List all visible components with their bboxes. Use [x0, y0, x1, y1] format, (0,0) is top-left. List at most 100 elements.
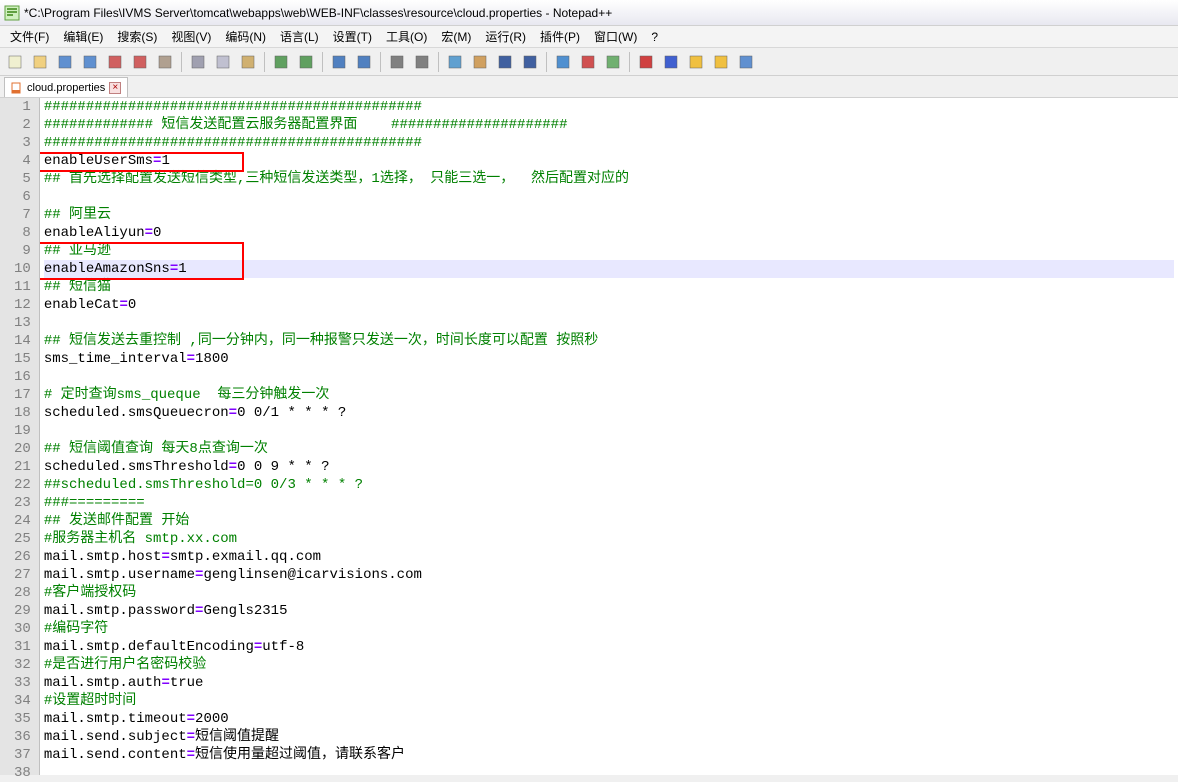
find-icon[interactable]	[328, 51, 350, 73]
cut-icon[interactable]	[187, 51, 209, 73]
code-area[interactable]: ########################################…	[40, 98, 1178, 775]
editor[interactable]: 1234567891011121314151617181920212223242…	[0, 98, 1178, 775]
sync-icon[interactable]	[444, 51, 466, 73]
code-line[interactable]: scheduled.smsThreshold=0 0 9 * * ?	[44, 458, 1174, 476]
code-line[interactable]: ##scheduled.smsThreshold=0 0/3 * * * ?	[44, 476, 1174, 494]
code-line[interactable]: ## 亚马逊	[44, 242, 1174, 260]
code-line[interactable]: ############# 短信发送配置云服务器配置界面 ###########…	[44, 116, 1174, 134]
code-line[interactable]: ## 阿里云	[44, 206, 1174, 224]
replace-icon[interactable]	[353, 51, 375, 73]
menu-9[interactable]: 运行(R)	[479, 26, 532, 47]
line-number: 17	[14, 386, 31, 404]
open-icon[interactable]	[29, 51, 51, 73]
code-line[interactable]	[44, 314, 1174, 332]
code-line[interactable]: mail.smtp.defaultEncoding=utf-8	[44, 638, 1174, 656]
code-line[interactable]: #客户端授权码	[44, 584, 1174, 602]
allchars-icon[interactable]	[494, 51, 516, 73]
file-tab-label: cloud.properties	[27, 82, 105, 94]
menu-12[interactable]: ?	[645, 28, 664, 46]
playmulti-icon[interactable]	[710, 51, 732, 73]
code-line[interactable]: mail.smtp.username=genglinsen@icarvision…	[44, 566, 1174, 584]
redo-icon[interactable]	[295, 51, 317, 73]
code-line[interactable]: #编码字符	[44, 620, 1174, 638]
menu-0[interactable]: 文件(F)	[4, 26, 55, 47]
line-number: 15	[14, 350, 31, 368]
code-line[interactable]: mail.send.subject=短信阈值提醒	[44, 728, 1174, 746]
line-number: 3	[14, 134, 31, 152]
line-number: 36	[14, 728, 31, 746]
code-line[interactable]: ## 发送邮件配置 开始	[44, 512, 1174, 530]
code-line[interactable]	[44, 764, 1174, 775]
code-line[interactable]: #是否进行用户名密码校验	[44, 656, 1174, 674]
lang-icon[interactable]	[577, 51, 599, 73]
menu-1[interactable]: 编辑(E)	[57, 26, 109, 47]
code-line[interactable]: mail.smtp.timeout=2000	[44, 710, 1174, 728]
code-line[interactable]: mail.smtp.auth=true	[44, 674, 1174, 692]
line-number: 33	[14, 674, 31, 692]
menu-5[interactable]: 语言(L)	[274, 26, 325, 47]
record-icon[interactable]	[635, 51, 657, 73]
folder-icon[interactable]	[552, 51, 574, 73]
tab-close-icon[interactable]: ×	[109, 82, 121, 94]
line-number: 27	[14, 566, 31, 584]
play-icon[interactable]	[685, 51, 707, 73]
menu-4[interactable]: 编码(N)	[219, 26, 272, 47]
code-line[interactable]: sms_time_interval=1800	[44, 350, 1174, 368]
code-line[interactable]	[44, 422, 1174, 440]
print-icon[interactable]	[154, 51, 176, 73]
menu-10[interactable]: 插件(P)	[534, 26, 586, 47]
code-line[interactable]: #设置超时时间	[44, 692, 1174, 710]
window-title: *C:\Program Files\IVMS Server\tomcat\web…	[24, 6, 612, 20]
menu-2[interactable]: 搜索(S)	[111, 26, 163, 47]
closeall-icon[interactable]	[129, 51, 151, 73]
copy-icon[interactable]	[212, 51, 234, 73]
zoomin-icon[interactable]	[386, 51, 408, 73]
menu-11[interactable]: 窗口(W)	[588, 26, 643, 47]
new-icon[interactable]	[4, 51, 26, 73]
menu-7[interactable]: 工具(O)	[380, 26, 433, 47]
code-line[interactable]: ## 短信阈值查询 每天8点查询一次	[44, 440, 1174, 458]
code-line[interactable]: mail.smtp.password=Gengls2315	[44, 602, 1174, 620]
file-tab-icon	[11, 82, 23, 94]
toolbar-separator	[629, 52, 630, 72]
code-line[interactable]: ## 短信发送去重控制 ,同一分钟内，同一种报警只发送一次，时间长度可以配置 按…	[44, 332, 1174, 350]
line-number: 2	[14, 116, 31, 134]
code-line[interactable]: #服务器主机名 smtp.xx.com	[44, 530, 1174, 548]
saveall-icon[interactable]	[79, 51, 101, 73]
code-line[interactable]: ## 短信猫	[44, 278, 1174, 296]
file-tab[interactable]: cloud.properties ×	[4, 77, 128, 97]
savemacro-icon[interactable]	[735, 51, 757, 73]
line-number: 37	[14, 746, 31, 764]
code-line[interactable]: ## 首先选择配置发送短信类型,三种短信发送类型，1选择， 只能三选一， 然后配…	[44, 170, 1174, 188]
toolbar-separator	[181, 52, 182, 72]
code-line[interactable]: enableAliyun=0	[44, 224, 1174, 242]
line-number: 16	[14, 368, 31, 386]
code-line[interactable]: ########################################…	[44, 98, 1174, 116]
close-icon[interactable]	[104, 51, 126, 73]
code-line[interactable]	[44, 188, 1174, 206]
paste-icon[interactable]	[237, 51, 259, 73]
code-line[interactable]: # 定时查询sms_queque 每三分钟触发一次	[44, 386, 1174, 404]
menu-8[interactable]: 宏(M)	[435, 26, 477, 47]
undo-icon[interactable]	[270, 51, 292, 73]
code-line[interactable]: mail.send.content=短信使用量超过阈值，请联系客户	[44, 746, 1174, 764]
code-line[interactable]: ########################################…	[44, 134, 1174, 152]
stoprec-icon[interactable]	[660, 51, 682, 73]
code-line[interactable]	[44, 368, 1174, 386]
menu-6[interactable]: 设置(T)	[327, 26, 378, 47]
wrap-icon[interactable]	[469, 51, 491, 73]
line-number: 13	[14, 314, 31, 332]
monitor-icon[interactable]	[602, 51, 624, 73]
indent-icon[interactable]	[519, 51, 541, 73]
code-line[interactable]: enableAmazonSns=1	[44, 260, 1174, 278]
line-number: 21	[14, 458, 31, 476]
save-icon[interactable]	[54, 51, 76, 73]
zoomout-icon[interactable]	[411, 51, 433, 73]
line-number: 22	[14, 476, 31, 494]
code-line[interactable]: scheduled.smsQueuecron=0 0/1 * * * ?	[44, 404, 1174, 422]
menu-3[interactable]: 视图(V)	[165, 26, 217, 47]
code-line[interactable]: mail.smtp.host=smtp.exmail.qq.com	[44, 548, 1174, 566]
code-line[interactable]: ###=========	[44, 494, 1174, 512]
code-line[interactable]: enableCat=0	[44, 296, 1174, 314]
code-line[interactable]: enableUserSms=1	[44, 152, 1174, 170]
